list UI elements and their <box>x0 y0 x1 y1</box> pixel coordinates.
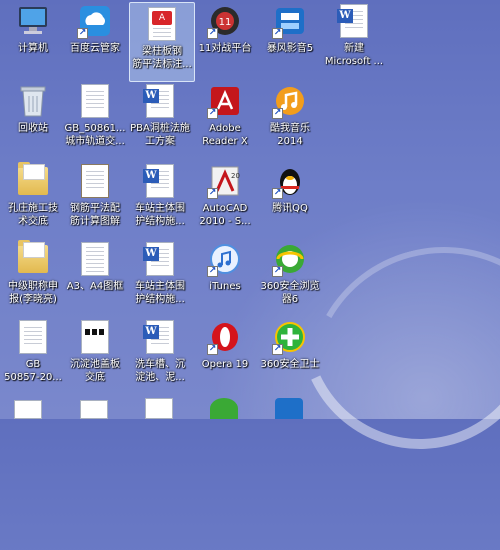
icon-label: PBA洞桩法施 工方案 <box>130 123 190 147</box>
shortcut-arrow-icon: ↗ <box>272 108 283 119</box>
drawing-file-icon <box>77 319 113 355</box>
word-document-icon: W <box>142 319 178 355</box>
pba-construction-plan-file[interactable]: W PBA洞桩法施 工方案 <box>127 80 193 160</box>
svg-text:11: 11 <box>219 17 232 28</box>
sedimentation-tank-file[interactable]: 沉淀池盖板 交底 <box>62 316 128 396</box>
shortcut-arrow-icon: ↗ <box>207 108 218 119</box>
pdf-document-file[interactable]: A 梁柱板钢 筋平法标注... <box>129 2 195 82</box>
station-structure-file-2[interactable]: W 车站主体围 护结构施... <box>127 238 193 318</box>
icon-label: 酷我音乐 2014 <box>270 123 310 147</box>
adobe-reader-shortcut[interactable]: ↗ Adobe Reader X <box>192 80 258 160</box>
document-file-icon <box>77 163 113 199</box>
icon-label: Opera 19 <box>201 359 249 370</box>
autocad-shortcut[interactable]: 20 ↗ AutoCAD 2010 - S... <box>192 160 258 240</box>
computer-shortcut[interactable]: 计算机 <box>0 0 66 80</box>
document-file-icon <box>77 241 113 277</box>
cloud-icon: ↗ <box>77 3 113 39</box>
icon-label: 孔庄施工技 术交底 <box>8 203 58 227</box>
document-file-icon <box>15 319 51 355</box>
11-game-platform-shortcut[interactable]: 11 ↗ 11对战平台 <box>192 0 258 80</box>
icon-label: 暴风影音5 <box>266 43 314 54</box>
browser-icon[interactable] <box>210 398 238 419</box>
icon-label: 360安全卫士 <box>260 359 320 370</box>
document-file-icon <box>77 83 113 119</box>
recycle-bin[interactable]: 回收站 <box>0 80 66 160</box>
computer-icon <box>15 3 51 39</box>
icon-label: 车站主体围 护结构施... <box>135 203 185 227</box>
media-player-icon: ↗ <box>272 3 308 39</box>
shortcut-arrow-icon: ↗ <box>272 188 283 199</box>
title-application-folder[interactable]: 中级职称申 报(李晓亮) <box>0 238 66 318</box>
application-icon[interactable] <box>275 398 303 419</box>
icon-label: 腾讯QQ <box>272 203 308 214</box>
icon-label: 回收站 <box>18 123 48 134</box>
360-security-icon: ↗ <box>272 319 308 355</box>
360-browser-shortcut[interactable]: ↗ 360安全浏览 器6 <box>257 238 323 318</box>
icon-label: 360安全浏览 器6 <box>260 281 320 305</box>
icon-label: 11对战平台 <box>198 43 252 54</box>
icon-label: 梁柱板钢 筋平法标注... <box>132 46 192 70</box>
opera-icon: ↗ <box>207 319 243 355</box>
360-security-shortcut[interactable]: ↗ 360安全卫士 <box>257 316 323 396</box>
opera-shortcut[interactable]: ↗ Opera 19 <box>192 316 258 396</box>
icon-label: AutoCAD 2010 - S... <box>199 203 251 227</box>
icon-label: 钢筋平法配 筋计算图解 <box>70 203 120 227</box>
shortcut-arrow-icon: ↗ <box>207 266 218 277</box>
shortcut-arrow-icon: ↗ <box>207 28 218 39</box>
word-document-icon[interactable] <box>145 398 173 419</box>
shortcut-arrow-icon: ↗ <box>207 344 218 355</box>
game-platform-icon: 11 ↗ <box>207 3 243 39</box>
itunes-shortcut[interactable]: ↗ iTunes <box>192 238 258 318</box>
shortcut-arrow-icon: ↗ <box>272 28 283 39</box>
new-word-document-file[interactable]: W 新建 Microsoft ... <box>321 0 387 80</box>
icon-label: iTunes <box>209 281 241 292</box>
a3-a4-frame-file[interactable]: A3、A4图框 <box>62 238 128 318</box>
icon-label: 车站主体围 护结构施... <box>135 281 185 305</box>
recycle-bin-icon <box>15 83 51 119</box>
rebar-calculation-file[interactable]: 钢筋平法配 筋计算图解 <box>62 160 128 240</box>
icon-label: GB_50861... 城市轨道交... <box>64 123 126 147</box>
itunes-icon: ↗ <box>207 241 243 277</box>
document-file-icon[interactable] <box>14 400 42 419</box>
shortcut-arrow-icon: ↗ <box>207 188 218 199</box>
icon-label: 百度云管家 <box>70 43 120 54</box>
word-document-icon: W <box>142 83 178 119</box>
pile-technical-disclosure-folder[interactable]: 孔庄施工技 术交底 <box>0 160 66 240</box>
shortcut-arrow-icon: ↗ <box>272 266 283 277</box>
pdf-file-icon: A <box>144 6 180 42</box>
document-file-icon[interactable] <box>80 400 108 419</box>
station-structure-file-1[interactable]: W 车站主体围 护结构施... <box>127 160 193 240</box>
gb-50857-document-file[interactable]: GB 50857-20... <box>0 316 66 396</box>
word-document-icon: W <box>142 241 178 277</box>
baidu-cloud-shortcut[interactable]: ↗ 百度云管家 <box>62 0 128 80</box>
icon-label: 计算机 <box>18 43 48 54</box>
adobe-reader-icon: ↗ <box>207 83 243 119</box>
icon-label: 中级职称申 报(李晓亮) <box>8 281 58 305</box>
icon-label: 洗车槽、沉 淀池、泥... <box>135 359 185 383</box>
icon-label: Adobe Reader X <box>202 123 248 147</box>
folder-icon <box>15 240 51 277</box>
360-browser-icon: ↗ <box>272 241 308 277</box>
autocad-icon: 20 ↗ <box>207 163 243 199</box>
word-document-icon: W <box>142 163 178 199</box>
icon-label: A3、A4图框 <box>66 281 124 292</box>
word-document-icon: W <box>336 3 372 39</box>
gb-50861-document-file[interactable]: GB_50861... 城市轨道交... <box>62 80 128 160</box>
icon-label: 沉淀池盖板 交底 <box>70 359 120 383</box>
folder-icon <box>15 162 51 199</box>
shortcut-arrow-icon: ↗ <box>272 344 283 355</box>
car-wash-tank-file[interactable]: W 洗车槽、沉 淀池、泥... <box>127 316 193 396</box>
tencent-qq-shortcut[interactable]: ↗ 腾讯QQ <box>257 160 323 240</box>
icon-label: 新建 Microsoft ... <box>324 43 384 67</box>
svg-text:20: 20 <box>231 172 240 180</box>
qq-penguin-icon: ↗ <box>272 163 308 199</box>
shortcut-arrow-icon: ↗ <box>77 28 88 39</box>
icon-label: GB 50857-20... <box>4 359 62 383</box>
kuwo-music-shortcut[interactable]: ↗ 酷我音乐 2014 <box>257 80 323 160</box>
baofeng-player-shortcut[interactable]: ↗ 暴风影音5 <box>257 0 323 80</box>
music-player-icon: ↗ <box>272 83 308 119</box>
